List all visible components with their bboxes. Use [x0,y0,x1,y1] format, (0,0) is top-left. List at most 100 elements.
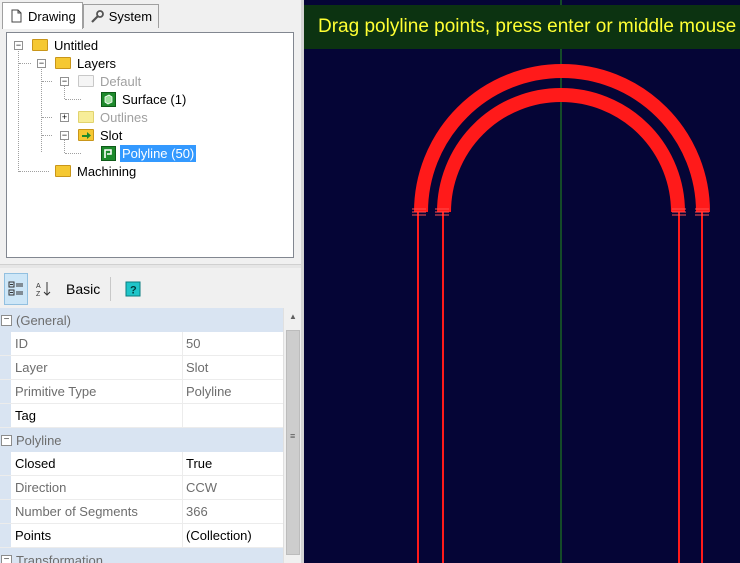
property-value: Polyline [186,384,232,399]
tree-connector [64,139,65,153]
tree-connector [19,63,31,64]
property-row-id[interactable]: ID 50 [0,332,283,356]
tab-system[interactable]: System [82,4,160,28]
property-row-primitive-type[interactable]: Primitive Type Polyline [0,380,283,404]
grip-icon: ≡ [290,431,296,441]
property-value: 366 [186,504,208,519]
property-key: Layer [11,356,183,379]
category-title: Transformation [16,552,103,563]
folder-icon [55,165,71,177]
folder-icon [78,111,94,123]
property-key: Primitive Type [11,380,183,403]
expand-toggle-untitled[interactable]: − [14,41,23,50]
tree-node-outlines[interactable]: Outlines [78,108,150,126]
property-key: Points [11,524,183,547]
collapse-toggle[interactable]: − [1,434,12,446]
drawing-canvas[interactable] [304,0,740,563]
polyline-icon [101,145,116,161]
property-row-points[interactable]: Points (Collection) [0,524,283,548]
drawing-viewport[interactable]: Drag polyline points, press enter or mid… [304,0,740,563]
category-general[interactable]: − (General) [0,308,283,332]
alphabetical-button[interactable]: A Z [32,273,56,305]
property-value[interactable]: (Collection) [183,524,283,547]
property-grid: − (General) ID 50 Layer Slot Primitive T… [0,308,283,563]
property-key: Tag [11,404,183,427]
property-row-number-of-segments[interactable]: Number of Segments 366 [0,500,283,524]
tree-node-slot[interactable]: Slot [78,126,124,144]
property-key: Number of Segments [11,500,183,523]
tree-connector [18,49,19,172]
basic-label[interactable]: Basic [62,281,104,297]
tree-node-label: Outlines [100,109,148,125]
tree-node-label: Untitled [54,37,99,53]
tree-connector [42,135,52,136]
tree-node-label: Default [100,73,142,89]
collapse-toggle[interactable]: − [1,314,12,326]
tree-node-label: Surface (1) [122,91,187,107]
tree-node-untitled[interactable]: Untitled [32,36,100,54]
property-row-layer[interactable]: Layer Slot [0,356,283,380]
property-toolbar: A Z Basic ? [0,270,303,308]
tree-node-layers[interactable]: Layers [55,54,118,72]
tree-node-label-selected: Polyline (50) [120,144,197,162]
panel-splitter[interactable] [0,264,303,268]
category-transformation[interactable]: − Transformation [0,548,283,563]
tree-connector [42,81,52,82]
property-value[interactable] [183,404,283,427]
property-key: ID [11,332,183,355]
tree-connector [64,85,65,99]
expand-toggle-outlines[interactable]: + [60,113,69,122]
sort-az-icon: A Z [36,282,51,298]
expand-toggle-default[interactable]: − [60,77,69,86]
property-value: Slot [186,360,209,375]
tab-system-label: System [108,9,153,24]
scroll-thumb[interactable]: ≡ [286,330,300,555]
category-polyline[interactable]: − Polyline [0,428,283,452]
property-row-direction[interactable]: Direction CCW [0,476,283,500]
property-row-tag[interactable]: Tag [0,404,283,428]
property-value: 50 [186,336,201,351]
tree-node-label: Machining [77,163,137,179]
instruction-banner: Drag polyline points, press enter or mid… [304,5,740,49]
folder-icon [32,39,48,51]
toolbar-separator [110,277,112,301]
property-row-closed[interactable]: Closed True [0,452,283,476]
tab-strip: Drawing System [2,2,160,30]
tree-node-label: Slot [100,127,123,143]
layer-tree[interactable]: − Untitled − Layers − Default Surface (1… [6,32,294,258]
tree-connector [19,171,49,172]
surface-icon [101,91,116,107]
property-grid-scrollbar[interactable]: ▲ ≡ [283,308,301,563]
category-title: (General) [16,312,71,328]
svg-text:?: ? [130,285,137,297]
app-window: Drawing System − Untitled − Layers − Def… [0,0,740,563]
tree-node-polyline[interactable]: Polyline (50) [101,144,197,162]
tree-node-surface[interactable]: Surface (1) [101,90,188,108]
tab-drawing-label: Drawing [28,8,76,24]
svg-text:Z: Z [36,291,41,298]
tree-node-default[interactable]: Default [78,72,143,90]
help-icon: ? [125,281,141,297]
help-button[interactable]: ? [121,273,145,305]
tab-drawing[interactable]: Drawing [2,2,83,29]
svg-text:A: A [36,283,41,290]
property-value[interactable]: True [183,452,283,475]
property-value: CCW [186,480,218,495]
tree-connector [42,117,52,118]
categorized-button[interactable] [4,273,28,305]
active-layer-folder-icon [78,129,94,141]
scroll-up-arrow[interactable]: ▲ [284,308,302,325]
tree-node-machining[interactable]: Machining [55,162,138,180]
property-key: Closed [11,452,183,475]
expand-toggle-layers[interactable]: − [37,59,46,68]
tree-connector [65,153,81,154]
collapse-toggle[interactable]: − [1,554,12,563]
wrench-icon [90,9,104,23]
empty-folder-icon [78,75,94,87]
folder-icon [55,57,71,69]
document-icon [11,9,22,23]
tree-connector [41,67,42,152]
expand-toggle-slot[interactable]: − [60,131,69,140]
left-panel: Drawing System − Untitled − Layers − Def… [0,0,303,563]
tree-connector [65,99,81,100]
